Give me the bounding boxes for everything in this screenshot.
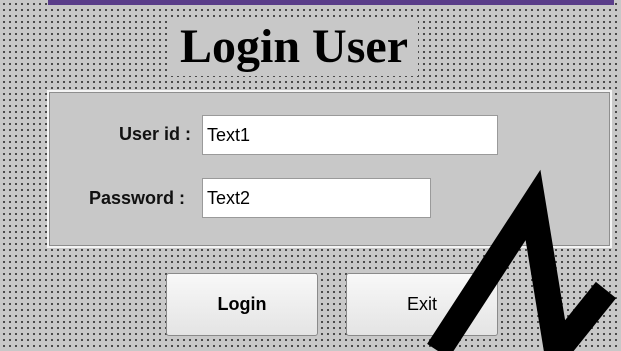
password-input[interactable] [202,178,431,218]
userid-input[interactable] [202,115,498,155]
login-frame: User id : Password : [47,90,612,248]
userid-label: User id : [119,124,192,144]
form-title: Login User [170,18,418,76]
exit-button[interactable]: Exit [346,273,498,336]
window-top-bar [48,0,614,5]
password-label: Password : [89,188,186,208]
login-button[interactable]: Login [166,273,318,336]
